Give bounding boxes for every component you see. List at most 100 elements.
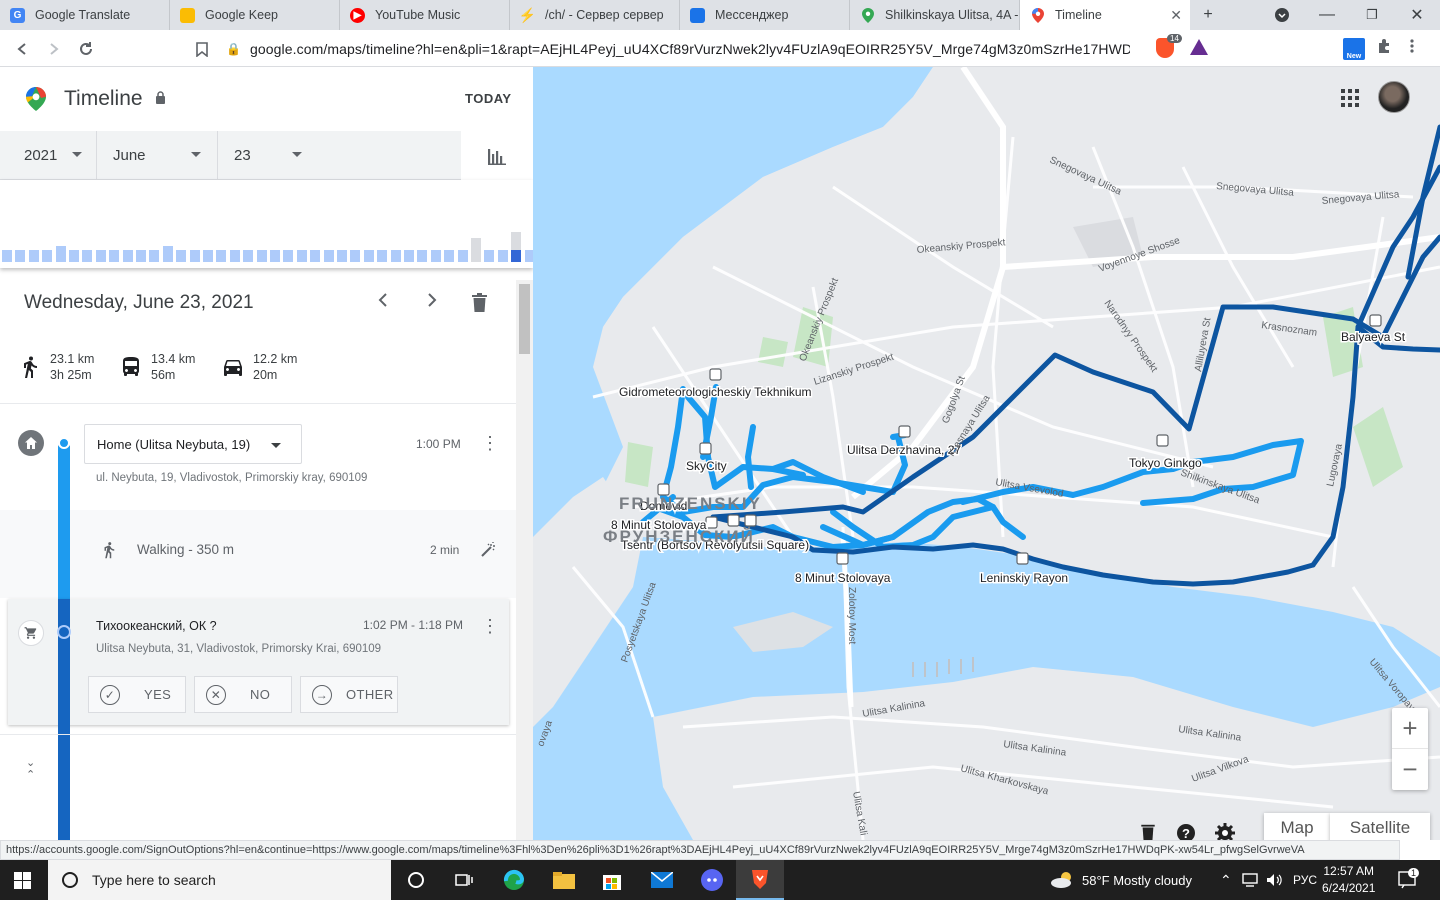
taskbar-search-box[interactable]: Type here to search	[48, 860, 391, 900]
tab-shilkinskaya[interactable]: Shilkinskaya Ulitsa, 4A - G	[850, 0, 1020, 30]
stop-title[interactable]: Тихоокеанский, ОК ?	[96, 619, 217, 633]
microsoft-store-icon[interactable]	[600, 868, 624, 892]
histogram-bar[interactable]	[270, 250, 280, 262]
previous-day-icon[interactable]	[375, 291, 391, 315]
windows-start-icon[interactable]	[14, 872, 31, 889]
histogram-bar[interactable]	[323, 250, 334, 262]
histogram-bar[interactable]	[296, 250, 307, 262]
new-tab-icon[interactable]: +	[1196, 4, 1220, 26]
histogram-bar[interactable]	[243, 250, 254, 262]
more-options-icon[interactable]: ⋮	[481, 617, 499, 635]
tab-ch-server[interactable]: ⚡ /ch/ - Сервер сервер	[510, 0, 680, 30]
new-extension-icon[interactable]: New	[1343, 38, 1365, 60]
map-label[interactable]: 8 Minut Stolovaya	[794, 570, 893, 587]
volume-icon[interactable]	[1266, 860, 1282, 900]
google-apps-icon[interactable]	[1341, 89, 1359, 107]
histogram-bar[interactable]	[484, 250, 495, 262]
histogram-bar[interactable]	[511, 250, 522, 262]
histogram-bar[interactable]	[2, 250, 12, 262]
url-bar[interactable]: 🔒 google.com/maps/timeline?hl=en&pli=1&r…	[226, 34, 1216, 63]
histogram-bar[interactable]	[176, 250, 187, 262]
reload-icon[interactable]	[74, 37, 98, 61]
histogram-bar[interactable]	[229, 250, 240, 262]
map-view[interactable]: Gidrometeorologicheskiy Tekhnikum SkyCit…	[533, 67, 1440, 840]
back-icon[interactable]	[10, 37, 34, 61]
avatar[interactable]	[1378, 81, 1410, 113]
histogram-bar[interactable]	[471, 238, 481, 262]
help-icon[interactable]: ?	[1176, 823, 1196, 840]
tab-youtube-music[interactable]: ▶ YouTube Music	[340, 0, 510, 30]
histogram-bar[interactable]	[417, 250, 428, 262]
tab-messenger[interactable]: Мессенджер	[680, 0, 850, 30]
confirm-other-button[interactable]: → OTHER	[300, 676, 398, 713]
histogram-bar[interactable]	[122, 250, 133, 262]
map-label[interactable]: Tokyo Ginkgo	[1128, 455, 1204, 472]
more-options-icon[interactable]: ⋮	[481, 434, 499, 452]
zoom-in-button[interactable]: +	[1392, 708, 1428, 749]
close-window-icon[interactable]: ✕	[1405, 4, 1429, 26]
map-type-button[interactable]: Map	[1264, 813, 1330, 840]
histogram-bar[interactable]	[377, 250, 388, 262]
satellite-type-button[interactable]: Satellite	[1330, 813, 1430, 840]
close-tab-icon[interactable]: ✕	[1170, 7, 1182, 24]
day-select[interactable]: 23	[218, 131, 461, 179]
tab-google-translate[interactable]: G Google Translate	[0, 0, 170, 30]
forward-icon[interactable]	[42, 37, 66, 61]
delete-day-icon[interactable]	[472, 293, 487, 312]
today-button[interactable]: TODAY	[465, 91, 512, 106]
zoom-out-button[interactable]: −	[1392, 749, 1428, 790]
histogram-bar[interactable]	[256, 250, 267, 262]
discord-icon[interactable]	[700, 868, 724, 892]
delete-icon[interactable]	[1141, 823, 1161, 840]
histogram-bar[interactable]	[69, 250, 79, 262]
histogram-bar[interactable]	[283, 250, 294, 262]
tab-timeline[interactable]: Timeline ✕	[1020, 0, 1190, 30]
map-label[interactable]: SkyCity	[685, 458, 729, 475]
histogram-bar[interactable]	[55, 246, 66, 262]
network-icon[interactable]	[1242, 860, 1258, 900]
confirm-yes-button[interactable]: ✓ YES	[88, 676, 186, 713]
brave-rewards-icon[interactable]	[1190, 39, 1208, 55]
file-explorer-icon[interactable]	[552, 868, 576, 892]
scrollbar-thumb[interactable]	[519, 284, 530, 354]
stats-button[interactable]	[461, 131, 533, 180]
map-label[interactable]: Leninskiy Rayon	[979, 570, 1070, 587]
histogram-bar[interactable]	[136, 250, 146, 262]
input-language[interactable]: РУС	[1293, 860, 1317, 900]
histogram-bar[interactable]	[149, 250, 160, 262]
tab-search-icon[interactable]	[1270, 4, 1294, 26]
histogram-bar[interactable]	[497, 250, 508, 262]
histogram-bar[interactable]	[82, 250, 93, 262]
map-label[interactable]: Gidrometeorologicheskiy Tekhnikum	[618, 384, 814, 401]
notifications-icon[interactable]: 1	[1398, 860, 1420, 900]
histogram-bar[interactable]	[457, 250, 468, 262]
histogram-bar[interactable]	[162, 246, 173, 262]
edge-icon[interactable]	[502, 868, 526, 892]
histogram-bar[interactable]	[404, 250, 414, 262]
expand-collapse-icon[interactable]: ⌄ ⌃	[26, 757, 35, 781]
minimize-icon[interactable]: —	[1315, 4, 1339, 26]
day-activity-histogram[interactable]	[0, 180, 533, 268]
extensions-icon[interactable]	[1376, 38, 1392, 59]
bookmark-icon[interactable]	[190, 37, 214, 61]
tray-chevron-icon[interactable]: ⌃	[1220, 860, 1232, 900]
histogram-bar[interactable]	[189, 250, 200, 262]
histogram-bar[interactable]	[203, 250, 213, 262]
histogram-bar[interactable]	[42, 250, 53, 262]
home-place-dropdown[interactable]: Home (Ulitsa Neybuta, 19)	[84, 424, 302, 464]
histogram-bar[interactable]	[524, 250, 533, 262]
task-view-icon[interactable]	[452, 868, 476, 892]
cortana-icon[interactable]	[404, 868, 428, 892]
mail-icon[interactable]	[650, 868, 674, 892]
histogram-bar[interactable]	[444, 250, 455, 262]
histogram-bar[interactable]	[310, 250, 321, 262]
histogram-bar[interactable]	[95, 250, 106, 262]
brave-browser-taskbar-icon[interactable]	[736, 860, 784, 900]
next-day-icon[interactable]	[424, 291, 440, 315]
restore-icon[interactable]: ❐	[1360, 4, 1384, 26]
histogram-bar[interactable]	[109, 250, 120, 262]
edit-wand-icon[interactable]	[480, 542, 496, 558]
tab-google-keep[interactable]: Google Keep	[170, 0, 340, 30]
system-clock[interactable]: 12:57 AM 6/24/2021	[1322, 863, 1375, 897]
settings-gear-icon[interactable]	[1215, 823, 1235, 840]
